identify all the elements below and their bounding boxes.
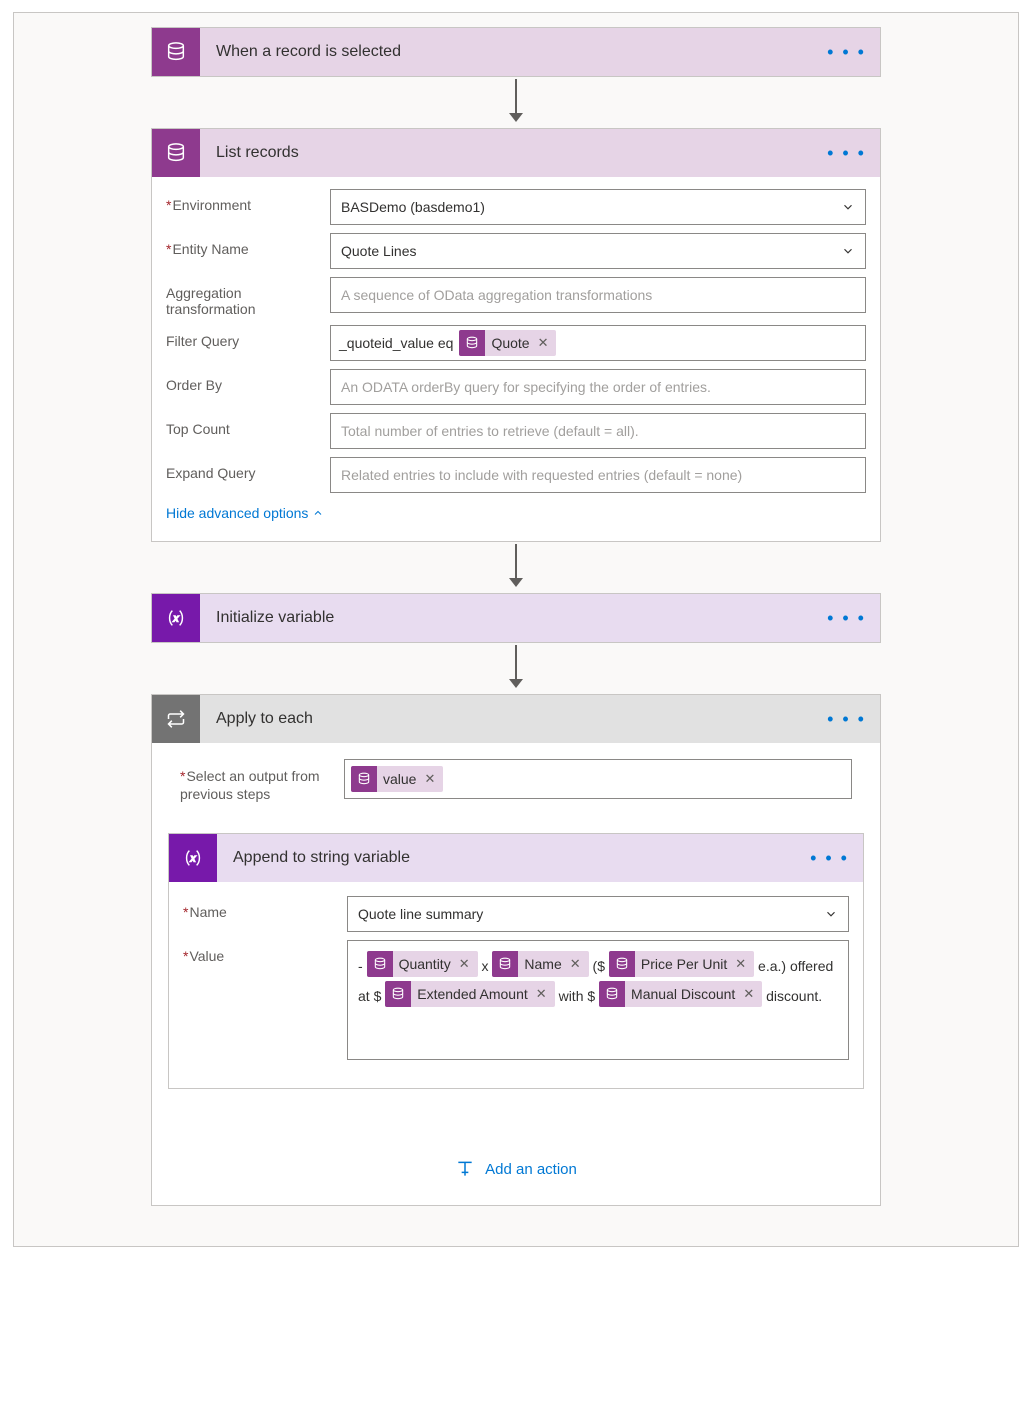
step-append-string[interactable]: x Append to string variable • • • Name Q… — [168, 833, 864, 1089]
orderby-input[interactable] — [330, 369, 866, 405]
step-menu-button[interactable]: • • • — [827, 143, 866, 164]
step-apply-to-each[interactable]: Apply to each • • • Select an output fro… — [151, 694, 881, 1206]
select-output-input[interactable]: value ✕ — [344, 759, 852, 799]
expand-input[interactable] — [330, 457, 866, 493]
step-list-records[interactable]: List records • • • Environment BASDemo (… — [151, 128, 881, 542]
topcount-input[interactable] — [330, 413, 866, 449]
token-remove-icon[interactable]: ✕ — [568, 951, 589, 977]
database-icon — [609, 951, 635, 977]
flow-arrow — [509, 79, 523, 122]
token-remove-icon[interactable]: ✕ — [733, 951, 754, 977]
hide-advanced-link[interactable]: Hide advanced options — [166, 505, 324, 521]
chevron-down-icon — [841, 200, 855, 214]
token-remove-icon[interactable]: ✕ — [536, 335, 557, 351]
step-menu-button[interactable]: • • • — [827, 42, 866, 63]
label-filter: Filter Query — [166, 325, 330, 349]
label-orderby: Order By — [166, 369, 330, 393]
label-entity: Entity Name — [166, 233, 330, 257]
token-remove-icon[interactable]: ✕ — [534, 981, 555, 1007]
label-select-output: Select an output from previous steps — [180, 759, 344, 803]
value-input[interactable]: - Quantity✕ x Name✕ ($ Price Per Unit✕ e… — [347, 940, 849, 1060]
label-expand: Expand Query — [166, 457, 330, 481]
database-icon — [459, 330, 485, 356]
environment-select[interactable]: BASDemo (basdemo1) — [330, 189, 866, 225]
database-icon — [492, 951, 518, 977]
label-value: Value — [183, 940, 347, 964]
label-topcount: Top Count — [166, 413, 330, 437]
token-manual-discount[interactable]: Manual Discount✕ — [599, 981, 762, 1007]
add-action-button[interactable]: Add an action — [455, 1159, 577, 1179]
step-title: Apply to each — [200, 710, 827, 728]
step-initialize-variable[interactable]: x Initialize variable • • • — [151, 593, 881, 643]
entity-select[interactable]: Quote Lines — [330, 233, 866, 269]
flow-arrow — [509, 544, 523, 587]
chevron-down-icon — [841, 244, 855, 258]
label-aggregation: Aggregation transformation — [166, 277, 330, 317]
filter-query-input[interactable]: _quoteid_value eq Quote ✕ — [330, 325, 866, 361]
database-icon — [385, 981, 411, 1007]
step-title: List records — [200, 144, 827, 162]
token-price-per-unit[interactable]: Price Per Unit✕ — [609, 951, 754, 977]
label-environment: Environment — [166, 189, 330, 213]
step-title: Initialize variable — [200, 609, 827, 627]
step-menu-button[interactable]: • • • — [810, 848, 849, 869]
step-title: When a record is selected — [200, 43, 827, 61]
database-icon — [351, 766, 377, 792]
add-action-icon — [455, 1159, 475, 1179]
token-remove-icon[interactable]: ✕ — [457, 951, 478, 977]
svg-text:x: x — [172, 614, 179, 625]
chevron-up-icon — [312, 507, 324, 519]
token-remove-icon[interactable]: ✕ — [741, 981, 762, 1007]
step-title: Append to string variable — [217, 849, 810, 867]
database-icon — [152, 129, 200, 177]
step-trigger[interactable]: When a record is selected • • • — [151, 27, 881, 77]
variable-icon: x — [169, 834, 217, 882]
token-value[interactable]: value ✕ — [351, 766, 443, 792]
variable-name-select[interactable]: Quote line summary — [347, 896, 849, 932]
database-icon — [152, 28, 200, 76]
token-remove-icon[interactable]: ✕ — [422, 771, 443, 787]
token-extended-amount[interactable]: Extended Amount✕ — [385, 981, 554, 1007]
token-name[interactable]: Name✕ — [492, 951, 588, 977]
step-menu-button[interactable]: • • • — [827, 709, 866, 730]
database-icon — [367, 951, 393, 977]
token-quote[interactable]: Quote ✕ — [459, 330, 556, 356]
variable-icon: x — [152, 594, 200, 642]
chevron-down-icon — [824, 907, 838, 921]
step-menu-button[interactable]: • • • — [827, 608, 866, 629]
label-name: Name — [183, 896, 347, 920]
loop-icon — [152, 695, 200, 743]
flow-arrow — [509, 645, 523, 688]
aggregation-input[interactable] — [330, 277, 866, 313]
token-quantity[interactable]: Quantity✕ — [367, 951, 478, 977]
svg-text:x: x — [189, 854, 196, 865]
database-icon — [599, 981, 625, 1007]
